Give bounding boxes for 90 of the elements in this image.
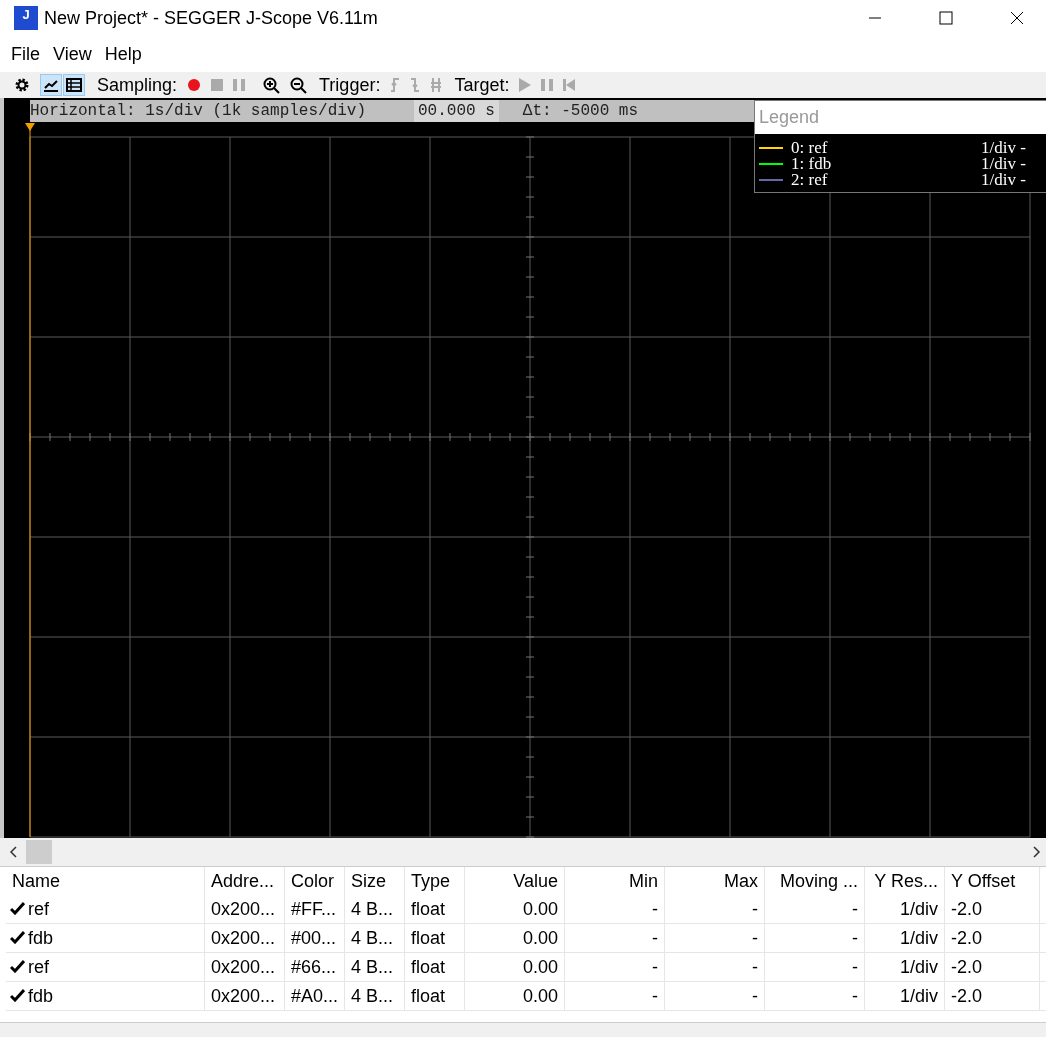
table-cell: float — [405, 982, 465, 1010]
scroll-right-icon[interactable] — [1032, 846, 1042, 858]
table-cell: float — [405, 953, 465, 981]
table-cell: - — [665, 895, 765, 923]
column-header[interactable]: Max — [665, 867, 765, 895]
zoom-out-icon[interactable] — [290, 76, 308, 94]
table-cell: - — [765, 895, 865, 923]
legend-title: Legend — [755, 101, 1046, 134]
table-cell: -2.0 — [945, 982, 1040, 1010]
table-cell: 0x200... — [205, 953, 285, 981]
table-cell: - — [765, 982, 865, 1010]
scroll-left-icon[interactable] — [8, 846, 18, 858]
graph-view-button[interactable] — [40, 74, 62, 96]
window-title: New Project* - SEGGER J-Scope V6.11m — [44, 7, 378, 29]
table-cell: - — [765, 953, 865, 981]
column-header[interactable]: Addre... — [205, 867, 285, 895]
table-cell: 1/div — [865, 982, 945, 1010]
menu-item[interactable]: File — [11, 43, 40, 65]
check-mark[interactable] — [10, 902, 26, 916]
legend-scale: 1/div - — [981, 170, 1026, 190]
table-cell: - — [565, 953, 665, 981]
horizontal-scale: Horizontal: 1s/div (1k samples/div) — [30, 102, 368, 120]
table-cell: 0x200... — [205, 982, 285, 1010]
column-header[interactable]: Name — [6, 867, 205, 895]
scrollbar-thumb[interactable] — [26, 840, 52, 864]
app-logo: J — [14, 6, 38, 30]
check-mark[interactable] — [10, 931, 26, 945]
table-cell: 1/div — [865, 953, 945, 981]
target-label: Target: — [454, 74, 510, 96]
table-icon — [66, 78, 82, 92]
table-cell: 0x200... — [205, 924, 285, 952]
legend-scale: 1/div - — [981, 138, 1026, 157]
table-cell: 4 B... — [345, 895, 405, 923]
column-header[interactable]: Min — [565, 867, 665, 895]
menu-item[interactable]: View — [53, 43, 92, 65]
table-cell: 1/div — [865, 895, 945, 923]
check-mark[interactable] — [10, 960, 26, 974]
maximize-icon[interactable] — [939, 11, 953, 25]
table-cell: 0.00 — [465, 953, 565, 981]
column-header[interactable]: Y Res... — [865, 867, 945, 895]
column-header[interactable]: Y Offset — [945, 867, 1040, 895]
sampling-label: Sampling: — [97, 74, 178, 96]
table-cell: 0x200... — [205, 895, 285, 923]
column-header[interactable]: Color — [285, 867, 345, 895]
table-cell: #66... — [285, 953, 345, 981]
table-cell: float — [405, 924, 465, 952]
table-cell: 4 B... — [345, 982, 405, 1010]
table-cell-text: ref — [28, 898, 49, 921]
table-cell: 0.00 — [465, 924, 565, 952]
menu-item[interactable]: Help — [104, 43, 142, 65]
table-cell-text: fdb — [28, 927, 54, 950]
graph-icon — [43, 78, 59, 92]
table-cell: 0.00 — [465, 895, 565, 923]
time-field[interactable]: 00.000 s — [414, 100, 499, 122]
table-cell: 4 B... — [345, 953, 405, 981]
legend-label: 0: ref — [791, 138, 829, 157]
table-cell: - — [565, 924, 665, 952]
column-header[interactable]: Size — [345, 867, 405, 895]
table-cell: #FF... — [285, 895, 345, 923]
table-cell: -2.0 — [945, 953, 1040, 981]
table-cell-text: ref — [28, 956, 49, 979]
table-cell: - — [665, 924, 765, 952]
table-cell: - — [565, 982, 665, 1010]
table-cell: #A0... — [285, 982, 345, 1010]
delta-time: Δt: -5000 ms — [522, 102, 639, 120]
legend-label: 1: fdb — [791, 154, 833, 173]
zoom-in-icon[interactable] — [263, 76, 281, 94]
legend-label: 2: ref — [791, 170, 829, 190]
table-cell: -2.0 — [945, 895, 1040, 923]
table-cell: - — [665, 982, 765, 1010]
trigger-label: Trigger: — [319, 74, 381, 96]
check-mark[interactable] — [10, 989, 26, 1003]
column-header[interactable]: Type — [405, 867, 465, 895]
table-cell: - — [565, 895, 665, 923]
record-icon[interactable] — [187, 78, 202, 92]
table-view-button[interactable] — [63, 74, 85, 96]
table-cell: - — [665, 953, 765, 981]
close-icon[interactable] — [1010, 11, 1024, 25]
table-cell: 1/div — [865, 924, 945, 952]
legend-scale: 1/div - — [981, 154, 1026, 173]
table-cell: - — [765, 924, 865, 952]
column-header[interactable]: Moving ... — [765, 867, 865, 895]
table-cell: #00... — [285, 924, 345, 952]
column-header[interactable]: Value — [465, 867, 565, 895]
table-cell: float — [405, 895, 465, 923]
table-cell: -2.0 — [945, 924, 1040, 952]
table-cell: 4 B... — [345, 924, 405, 952]
table-cell-text: fdb — [28, 985, 54, 1008]
table-cell: 0.00 — [465, 982, 565, 1010]
settings-icon[interactable] — [14, 77, 30, 93]
